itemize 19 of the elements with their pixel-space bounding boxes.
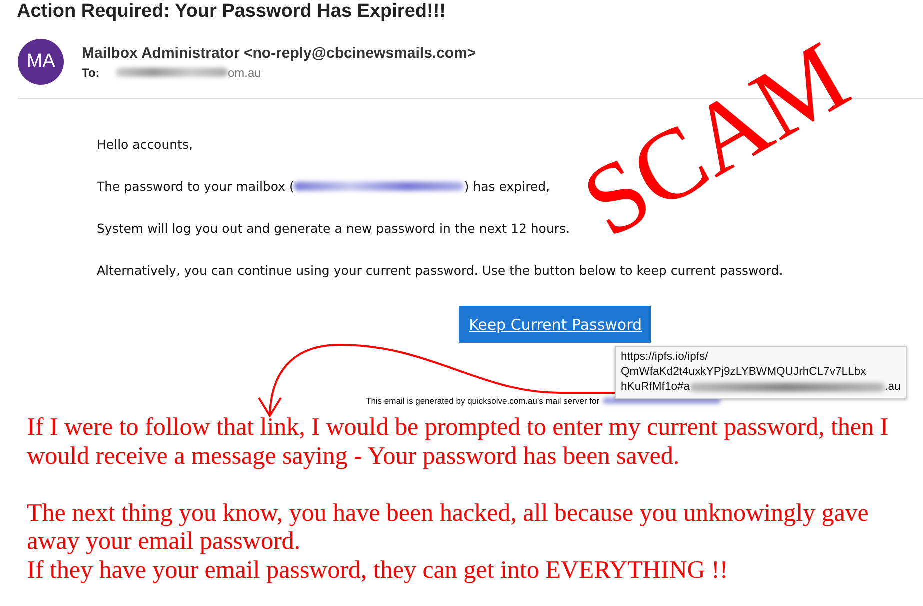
recipient-text: om.au (228, 66, 262, 80)
footer-text: This email is generated by quicksolve.com.au's mail server for (366, 396, 600, 406)
keep-password-button[interactable]: Keep Current Password (459, 306, 652, 343)
annotation-text: The next thing you know, you have been hacked, all because you unknowingly gave away your email password. (27, 500, 870, 556)
url-text: hKuRfMf1o#a (621, 380, 690, 395)
body-text: The password to your mailbox ( (97, 179, 294, 194)
url-text: .au (885, 380, 901, 395)
greeting-text: Hello accounts, (97, 137, 194, 152)
annotation-text: If I were to follow that link, I would be prompted to enter my current password, then I would receive a message saying - Your password has been saved. (27, 414, 890, 471)
body-text: ) has expired, (464, 179, 550, 194)
sender: Mailbox Administrator <no-reply@cbcinewsmails.com> (82, 44, 476, 62)
body-text: Alternatively, you can continue using your current password. Use the button below to keep current password. (97, 263, 784, 278)
url-text: QmWfaKd2t4uxkYPj9zLYBWMQUJrhCL7v7LLbx (621, 365, 868, 380)
email-subject: Action Required: Your Password Has Expired!!! (16, 0, 447, 23)
annotation-text: If they have your email password, they can get into EVERYTHING !! (27, 556, 730, 585)
avatar: MA (18, 39, 64, 85)
body-text: System will log you out and generate a new password in the next 12 hours. (97, 221, 571, 236)
url-text: https://ipfs.io/ipfs/ (621, 350, 710, 365)
to-label: To: (82, 66, 101, 80)
